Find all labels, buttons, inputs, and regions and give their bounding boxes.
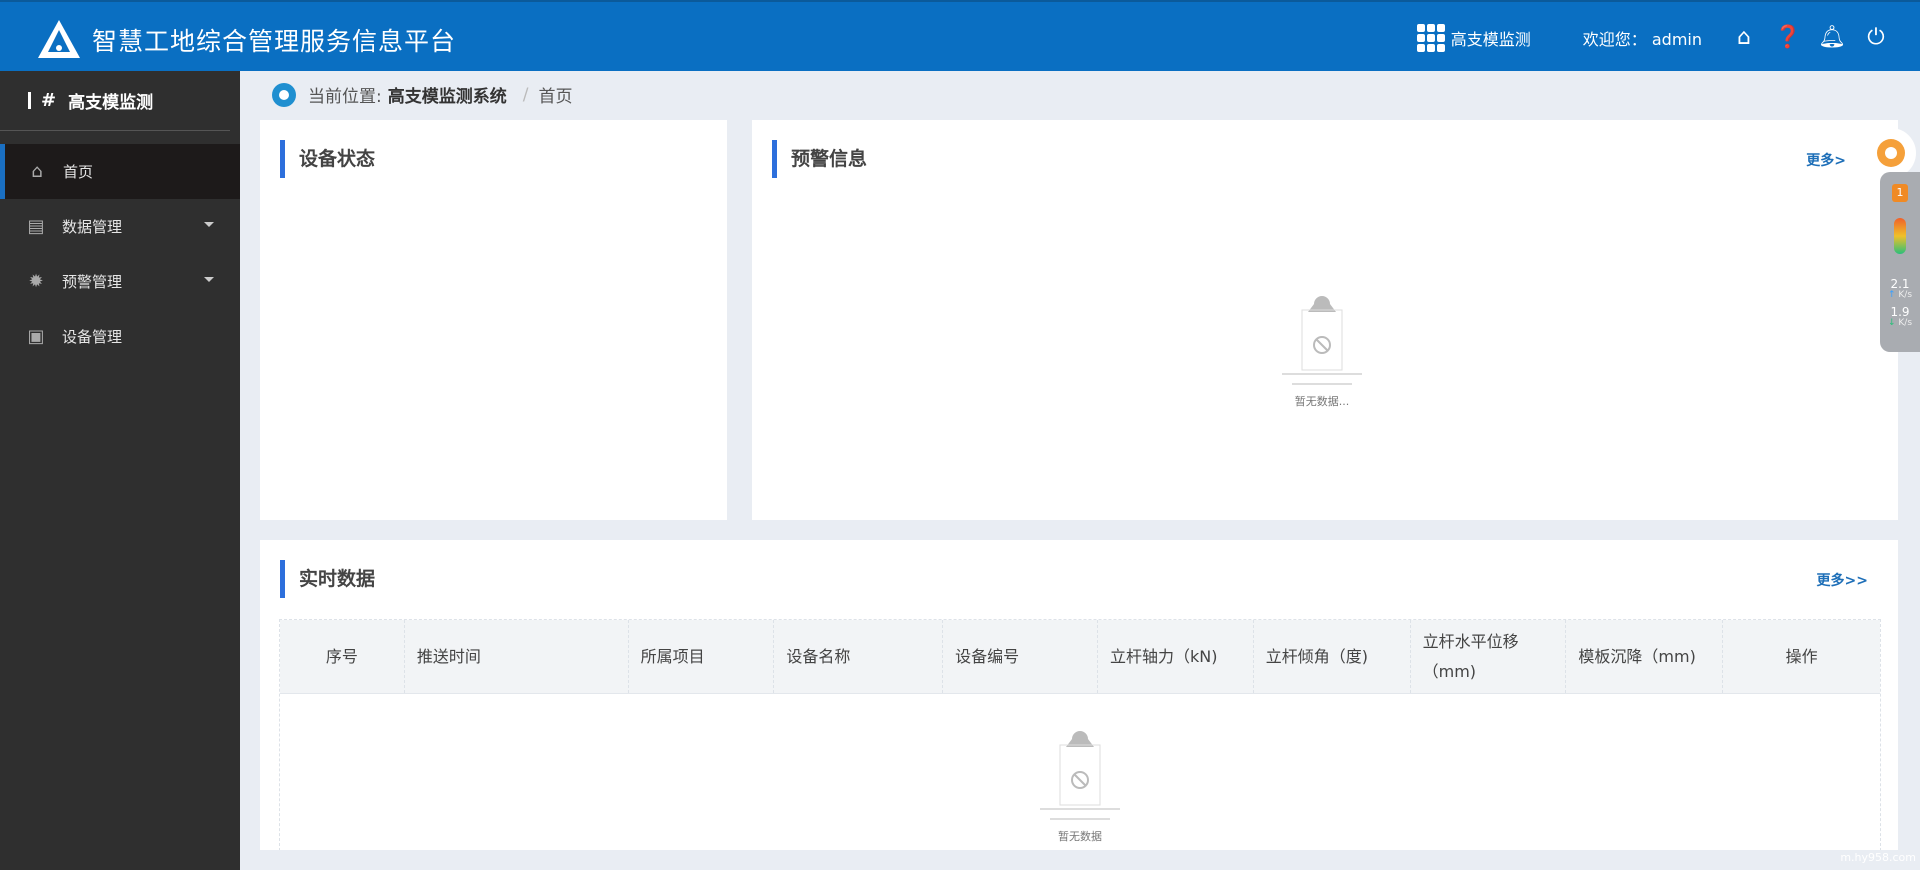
breadcrumb-prefix: 当前位置: bbox=[308, 87, 382, 107]
sidebar-item-label: 首页 bbox=[63, 163, 94, 181]
logo-icon bbox=[38, 20, 80, 58]
column-header: 设备编号 bbox=[943, 620, 1098, 693]
more-link[interactable]: 更多>> bbox=[1817, 570, 1868, 590]
home-icon: ⌂ bbox=[31, 161, 43, 182]
empty-clipboard-icon bbox=[1040, 731, 1120, 820]
empty-text: 暂无数据... bbox=[1294, 395, 1350, 408]
table-header: 序号 推送时间 所属项目 设备名称 设备编号 立杆轴力（kN) 立杆倾角（度) … bbox=[280, 620, 1880, 694]
sidebar: # 高支模监测 ⌂ 首页 ▤ 数据管理 ✹ 预警管理 ▣ 设备管理 bbox=[0, 71, 240, 870]
hash-icon: # bbox=[41, 90, 57, 111]
panel-title: 实时数据 bbox=[280, 560, 375, 598]
alarm-icon: ✹ bbox=[28, 271, 44, 292]
breadcrumb-separator: / bbox=[522, 84, 529, 105]
sidebar-item-label: 设备管理 bbox=[62, 328, 123, 346]
assistant-flower-icon[interactable] bbox=[1866, 128, 1916, 178]
top-header: 智慧工地综合管理服务信息平台 高支模监测 欢迎您： admin ⌂ ❓ 🔔︎ ⏻ bbox=[0, 0, 1920, 71]
column-header: 立杆水平位移（mm) bbox=[1411, 620, 1567, 693]
column-header: 序号 bbox=[280, 620, 405, 693]
empty-text: 暂无数据 bbox=[1058, 830, 1102, 843]
data-icon: ▤ bbox=[27, 216, 45, 237]
app-title: 智慧工地综合管理服务信息平台 bbox=[92, 27, 457, 56]
column-header: 操作 bbox=[1785, 646, 1818, 666]
empty-state: 暂无数据 bbox=[1030, 725, 1130, 844]
sidebar-item-alarm[interactable]: ✹ 预警管理 bbox=[0, 254, 240, 309]
upload-speed: 2.1 bbox=[1890, 277, 1910, 291]
column-header: 所属项目 bbox=[629, 620, 775, 693]
caret-down-icon bbox=[204, 222, 214, 232]
column-header: 模板沉降（mm) bbox=[1566, 620, 1724, 693]
breadcrumb-system[interactable]: 高支模监测系统 bbox=[388, 82, 507, 107]
sidebar-item-device[interactable]: ▣ 设备管理 bbox=[0, 309, 240, 364]
sidebar-header: # 高支模监测 bbox=[0, 71, 230, 131]
breadcrumb-current: 首页 bbox=[538, 87, 573, 107]
download-speed: 1.9 bbox=[1890, 305, 1910, 319]
app-switch-label: 高支模监测 bbox=[1450, 29, 1531, 49]
bell-icon[interactable]: 🔔︎ bbox=[1810, 25, 1854, 50]
column-header: 立杆倾角（度) bbox=[1254, 620, 1411, 693]
location-icon bbox=[272, 82, 296, 107]
username: admin bbox=[1651, 29, 1702, 49]
upload-unit: ↑ K/s bbox=[1887, 290, 1913, 300]
home-icon[interactable]: ⌂ bbox=[1722, 25, 1766, 50]
sidebar-item-label: 预警管理 bbox=[62, 273, 123, 291]
column-header: 推送时间 bbox=[405, 620, 629, 693]
sidebar-item-label: 数据管理 bbox=[62, 218, 123, 236]
more-link[interactable]: 更多> bbox=[1806, 150, 1846, 170]
sidebar-title: 高支模监测 bbox=[68, 93, 154, 113]
watermark: m.hy958.com bbox=[1840, 851, 1916, 864]
warning-panel: 预警信息 更多> 暂无数据... bbox=[752, 120, 1898, 520]
sidebar-item-home[interactable]: ⌂ 首页 bbox=[0, 144, 240, 199]
device-status-panel: 设备状态 bbox=[260, 120, 727, 520]
column-header: 立杆轴力（kN) bbox=[1098, 620, 1254, 693]
power-icon[interactable]: ⏻ bbox=[1854, 25, 1898, 50]
realtime-panel: 实时数据 更多>> 序号 推送时间 所属项目 设备名称 设备编号 立杆轴力（kN… bbox=[260, 540, 1898, 850]
breadcrumb: 当前位置: 高支模监测系统 / 首页 bbox=[272, 82, 572, 107]
realtime-table: 序号 推送时间 所属项目 设备名称 设备编号 立杆轴力（kN) 立杆倾角（度) … bbox=[279, 619, 1881, 850]
apps-grid-icon bbox=[1416, 23, 1445, 52]
panel-title: 预警信息 bbox=[772, 140, 867, 178]
sidebar-item-data[interactable]: ▤ 数据管理 bbox=[0, 199, 240, 254]
download-unit: ↓ K/s bbox=[1887, 318, 1913, 328]
device-icon: ▣ bbox=[27, 326, 45, 347]
usage-meter bbox=[1894, 218, 1906, 254]
empty-clipboard-icon bbox=[1282, 296, 1362, 385]
network-speed-widget[interactable]: 1 2.1 ↑ K/s 1.9 ↓ K/s bbox=[1880, 172, 1920, 352]
panel-title: 设备状态 bbox=[280, 140, 375, 178]
caret-down-icon bbox=[204, 277, 214, 287]
shield-badge-icon: 1 bbox=[1892, 184, 1908, 202]
column-header: 设备名称 bbox=[774, 620, 944, 693]
app-switch-button[interactable]: 高支模监测 bbox=[1416, 23, 1531, 52]
empty-state: 暂无数据... bbox=[1272, 290, 1372, 409]
help-icon[interactable]: ❓ bbox=[1766, 25, 1810, 50]
welcome-text: 欢迎您： admin bbox=[1583, 26, 1702, 50]
welcome-label: 欢迎您： bbox=[1582, 29, 1647, 49]
